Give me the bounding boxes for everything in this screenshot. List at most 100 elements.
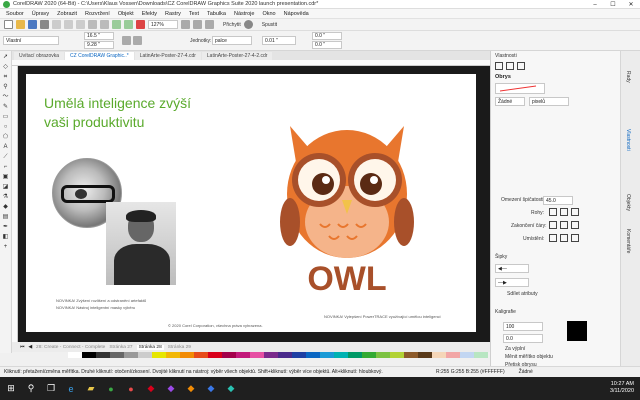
- options-gear-icon[interactable]: [243, 20, 253, 29]
- app-icon-teal[interactable]: ◆: [222, 380, 240, 398]
- owl-illustration[interactable]: OWL: [272, 104, 422, 294]
- publish-pdf-icon[interactable]: [136, 20, 145, 29]
- pick-tool-icon[interactable]: ➚: [3, 54, 8, 61]
- corner-round-icon[interactable]: [560, 208, 568, 216]
- paste-icon[interactable]: [76, 20, 85, 29]
- transparency-tab-icon[interactable]: [517, 62, 525, 70]
- prev-page-icon[interactable]: ◀: [28, 345, 32, 350]
- coreldraw-taskbar-icon[interactable]: ●: [102, 380, 120, 398]
- redo-icon[interactable]: [100, 20, 109, 29]
- outline-unit-select[interactable]: pixelů: [529, 97, 569, 106]
- tab-poster-2[interactable]: LatinArte-Poster-27-4-2.cdr: [201, 52, 273, 60]
- cut-icon[interactable]: [52, 20, 61, 29]
- fill-tab-icon[interactable]: [506, 62, 514, 70]
- drop-shadow-icon[interactable]: ▣: [3, 174, 9, 181]
- miter-limit-input[interactable]: 45.0: [543, 196, 573, 205]
- landscape-icon[interactable]: [133, 36, 142, 45]
- edge-icon[interactable]: e: [62, 380, 80, 398]
- tab-poster-1[interactable]: LatinArte-Poster-27-4.cdr: [134, 52, 201, 60]
- menu-text[interactable]: Text: [189, 11, 199, 17]
- duplicate-x-input[interactable]: 0.0 ": [312, 32, 342, 40]
- minimize-icon[interactable]: –: [586, 0, 604, 9]
- behind-fill-checkbox[interactable]: Za výplní: [505, 346, 525, 352]
- fill-color-icon[interactable]: ◧: [3, 234, 9, 241]
- document-page[interactable]: Umělá inteligence zvýší vaši produktivit…: [26, 74, 476, 332]
- outline-pen-icon[interactable]: ✒: [3, 224, 8, 231]
- start-arrow-select[interactable]: ◀—: [495, 264, 529, 273]
- undo-icon[interactable]: [88, 20, 97, 29]
- smart-fill-icon[interactable]: ▤: [3, 214, 9, 221]
- portrait-photo[interactable]: [106, 202, 176, 285]
- menu-soubor[interactable]: Soubor: [6, 11, 24, 17]
- menu-zobrazit[interactable]: Zobrazit: [57, 11, 77, 17]
- parallel-dimension-icon[interactable]: ⟋: [3, 154, 7, 161]
- zoom-level-select[interactable]: 127%: [148, 20, 178, 29]
- eyedropper-tool-icon[interactable]: ⚗: [3, 194, 8, 201]
- ellipse-tool-icon[interactable]: ○: [4, 124, 8, 131]
- page-width-input[interactable]: 16.5 ": [84, 32, 114, 40]
- export-icon[interactable]: [124, 20, 133, 29]
- connector-tool-icon[interactable]: ⌐: [4, 164, 8, 171]
- first-page-icon[interactable]: ⏮: [20, 344, 24, 350]
- cap-butt-icon[interactable]: [549, 221, 557, 229]
- import-icon[interactable]: [112, 20, 121, 29]
- corner-bevel-icon[interactable]: [571, 208, 579, 216]
- print-icon[interactable]: [40, 20, 49, 29]
- corner-miter-icon[interactable]: [549, 208, 557, 216]
- task-view-icon[interactable]: ❐: [42, 380, 60, 398]
- menu-rozvrzeni[interactable]: Rozvržení: [85, 11, 110, 17]
- calligraphy-stretch-input[interactable]: 100: [503, 322, 543, 331]
- menu-rastry[interactable]: Rastry: [165, 11, 181, 17]
- freehand-tool-icon[interactable]: 〜: [2, 94, 8, 101]
- explorer-icon[interactable]: ▰: [82, 380, 100, 398]
- tab-welcome[interactable]: Uvítací obrazovka: [14, 52, 65, 60]
- text-tool-icon[interactable]: A: [3, 144, 7, 151]
- rulers-icon[interactable]: [193, 20, 202, 29]
- cap-square-icon[interactable]: [571, 221, 579, 229]
- app-icon-orange[interactable]: ◆: [182, 380, 200, 398]
- calligraphy-angle-input[interactable]: 0.0: [503, 334, 543, 343]
- snap-to-button[interactable]: Přichytit: [223, 22, 241, 28]
- launch-button[interactable]: Spustit: [262, 22, 277, 28]
- app-icon-red[interactable]: ◆: [142, 380, 160, 398]
- menu-tabulka[interactable]: Tabulka: [207, 11, 226, 17]
- open-icon[interactable]: [16, 20, 25, 29]
- copy-icon[interactable]: [64, 20, 73, 29]
- artistic-media-icon[interactable]: ✎: [3, 104, 8, 111]
- cap-round-icon[interactable]: [560, 221, 568, 229]
- duplicate-y-input[interactable]: 0.0 ": [312, 41, 342, 49]
- search-icon[interactable]: ⚲: [22, 380, 40, 398]
- polygon-tool-icon[interactable]: ⬠: [3, 134, 8, 141]
- rectangle-tool-icon[interactable]: ▭: [3, 114, 9, 121]
- shape-tool-icon[interactable]: ◇: [3, 64, 8, 71]
- position-center-icon[interactable]: [560, 234, 568, 242]
- save-icon[interactable]: [28, 20, 37, 29]
- menu-efekty[interactable]: Efekty: [142, 11, 157, 17]
- outline-style-preview[interactable]: [495, 83, 545, 94]
- tab-objects[interactable]: Objekty: [625, 194, 631, 211]
- system-clock[interactable]: 10:27 AM 3/11/2020: [610, 381, 634, 395]
- full-screen-icon[interactable]: [181, 20, 190, 29]
- tab-properties[interactable]: Vlastnosti: [625, 129, 631, 151]
- tab-presentation[interactable]: CZ CorelDRAW Graphic..*: [65, 52, 134, 60]
- page-height-input[interactable]: 9.28 ": [84, 41, 114, 49]
- add-tool-icon[interactable]: +: [4, 244, 8, 251]
- portrait-icon[interactable]: [122, 36, 131, 45]
- nudge-distance-input[interactable]: 0.01 ": [262, 36, 296, 45]
- units-select[interactable]: palce: [212, 36, 252, 45]
- menu-upravy[interactable]: Úpravy: [32, 11, 49, 17]
- interactive-fill-icon[interactable]: ◆: [3, 204, 8, 211]
- position-outside-icon[interactable]: [549, 234, 557, 242]
- page-tab-27[interactable]: Stránka 27: [109, 345, 132, 350]
- transparency-tool-icon[interactable]: ◪: [3, 184, 9, 191]
- crop-tool-icon[interactable]: ⌗: [4, 74, 7, 81]
- page-tab-28[interactable]: Stránka 28: [136, 344, 164, 350]
- maximize-icon[interactable]: ☐: [604, 0, 622, 9]
- zoom-tool-icon[interactable]: ⚲: [3, 84, 7, 91]
- color-palette[interactable]: [68, 352, 488, 358]
- slide-headline[interactable]: Umělá inteligence zvýší vaši produktivit…: [44, 94, 244, 132]
- app-icon-blue[interactable]: ◆: [202, 380, 220, 398]
- tab-comments[interactable]: Komentáře: [625, 229, 631, 253]
- share-attributes-checkbox[interactable]: Sdílet atributy: [507, 291, 538, 297]
- start-icon[interactable]: ⊞: [2, 380, 20, 398]
